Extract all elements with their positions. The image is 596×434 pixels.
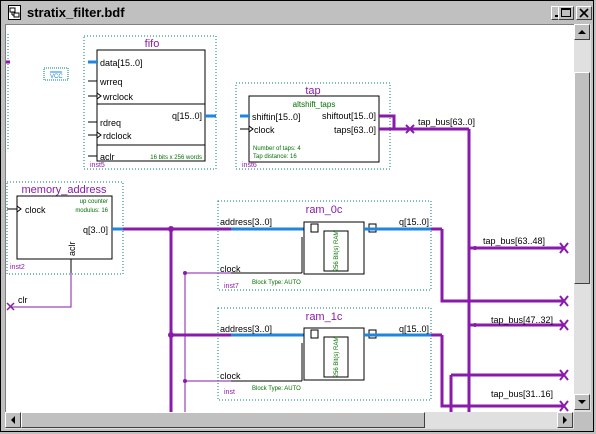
maximize-button[interactable]	[558, 6, 574, 20]
fifo-title: fifo	[145, 38, 160, 50]
schematic-canvas[interactable]: VCC fifo data[15..0] wrreq wrclock rdreq	[5, 24, 574, 413]
fifo-port-q: q[15..0]	[172, 111, 202, 121]
memory-address-port-q: q[3..0]	[83, 225, 108, 235]
horizontal-scroll-thumb[interactable]	[21, 412, 425, 428]
maximize-icon	[561, 8, 571, 17]
arrow-up-icon	[578, 30, 586, 34]
memory-address-port-clock: clock	[25, 205, 46, 215]
tap-note-distance: Tap distance: 16	[253, 154, 297, 160]
memory-address-note-counter: up counter	[80, 199, 108, 205]
memory-address-title: memory_address	[22, 184, 107, 196]
window-title: stratix_filter.bdf	[27, 5, 125, 20]
scroll-right-button[interactable]	[557, 412, 573, 428]
ram-0c-port-q: q[15..0]	[399, 217, 429, 227]
scroll-down-button[interactable]	[574, 394, 590, 410]
vcc-symbol[interactable]: VCC	[43, 67, 69, 81]
vertical-scrollbar[interactable]	[574, 24, 591, 412]
close-button[interactable]	[576, 6, 592, 20]
ram-0c-port-address: address[3..0]	[220, 217, 272, 227]
ram-0c-title: ram_0c	[306, 204, 343, 216]
memory-address-inst: inst2	[10, 264, 25, 271]
tap-bus-c-label: tap_bus[31..16]	[491, 389, 553, 399]
title-bar[interactable]: stratix_filter.bdf	[3, 3, 593, 23]
memory-address-block[interactable]: memory_address clock up counter modulus:…	[6, 181, 124, 275]
fifo-inst: inst5	[90, 162, 105, 169]
vcc-label: VCC	[50, 74, 63, 80]
ram-1c-port-clock: clock	[220, 371, 241, 381]
ram-1c-block[interactable]: ram_1c address[3..0] clock 256 Bit(s) RA…	[217, 307, 432, 401]
fifo-port-rdclock: rdclock	[103, 131, 132, 141]
tap-title: tap	[305, 85, 320, 97]
schematic-drawing: VCC fifo data[15..0] wrreq wrclock rdreq	[6, 34, 569, 413]
tap-inst: inst6	[242, 162, 257, 169]
scroll-up-button[interactable]	[574, 24, 590, 40]
fifo-port-wrclock: wrclock	[102, 92, 134, 102]
tap-port-taps: taps[63..0]	[334, 125, 376, 135]
horizontal-scrollbar[interactable]	[5, 412, 574, 429]
ram-0c-block[interactable]: ram_0c address[3..0] clock 256 Bit(s) RA…	[217, 200, 432, 291]
fifo-port-aclr: aclr	[100, 152, 115, 162]
arrow-down-icon	[578, 400, 586, 404]
tap-port-shiftout: shiftout[15..0]	[322, 111, 376, 121]
ram-1c-title: ram_1c	[306, 311, 343, 323]
tap-port-clock: clock	[254, 125, 275, 135]
ram-1c-inst: inst	[224, 389, 235, 396]
arrow-right-icon	[563, 416, 567, 424]
tap-bus-main-label: tap_bus[63..0]	[418, 117, 475, 127]
fifo-block[interactable]: fifo data[15..0] wrreq wrclock rdreq rdc…	[83, 35, 217, 170]
ram-1c-port-address: address[3..0]	[220, 324, 272, 334]
scroll-left-button[interactable]	[5, 412, 21, 428]
scrollbar-corner	[574, 412, 591, 429]
tap-bus-b-label: tap_bus[47..32]	[491, 315, 553, 325]
tap-bus-a-label: tap_bus[63..48]	[483, 236, 545, 246]
ram-1c-block-type: Block Type: AUTO	[252, 386, 301, 392]
tap-block[interactable]: tap altshift_taps shiftin[15..0] clock s…	[235, 82, 392, 170]
fifo-port-wrreq: wrreq	[99, 77, 123, 87]
ram-1c-ram-text: 256 Bit(s) RAM	[334, 337, 340, 378]
fifo-port-data: data[15..0]	[100, 58, 143, 68]
ram-0c-inst: inst7	[224, 283, 239, 290]
fifo-port-rdreq: rdreq	[100, 118, 121, 128]
bdf-file-icon	[8, 5, 21, 20]
ram-0c-ram-text: 256 Bit(s) RAM	[334, 231, 340, 272]
arrow-left-icon	[11, 416, 15, 424]
tap-note-taps: Number of taps: 4	[253, 146, 301, 152]
memory-address-note-modulus: modulus: 16	[75, 208, 108, 214]
memory-address-port-aclr: aclr	[67, 241, 77, 256]
tap-port-shiftin: shiftin[15..0]	[252, 112, 301, 122]
ram-0c-block-type: Block Type: AUTO	[252, 280, 301, 286]
clr-label: clr	[18, 295, 28, 305]
tap-subtitle: altshift_taps	[293, 100, 336, 109]
fifo-note: 16 bits x 256 words	[150, 155, 202, 161]
document-window: stratix_filter.bdf VCC fifo data[15..0] …	[0, 0, 594, 432]
close-icon	[579, 8, 589, 18]
ram-1c-port-q: q[15..0]	[399, 324, 429, 334]
vertical-scroll-thumb[interactable]	[574, 72, 590, 284]
